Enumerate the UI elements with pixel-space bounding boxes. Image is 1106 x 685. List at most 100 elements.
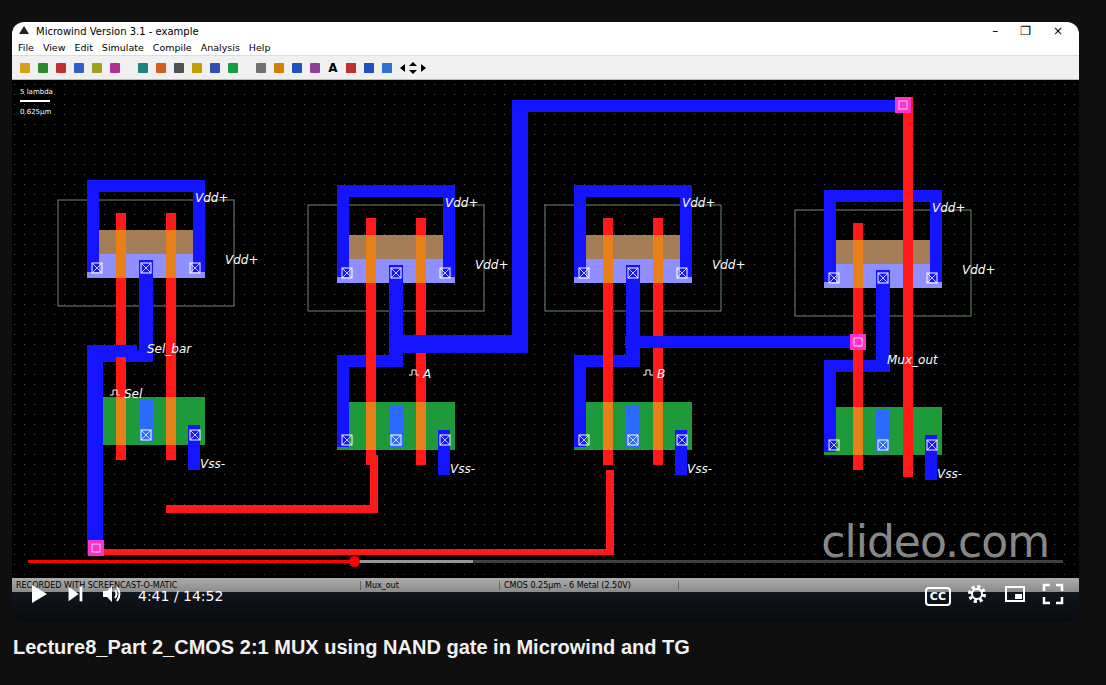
menu-item[interactable]: View [43,42,66,53]
vdd-label: Vdd+ [932,201,966,215]
miniplayer-icon[interactable] [1003,582,1027,610]
window-control-button[interactable]: ❐ [1020,24,1031,38]
tool-button-icon[interactable] [208,61,222,75]
contact [190,430,200,440]
tool-button-icon[interactable] [172,61,186,75]
text-tool-button[interactable]: A [326,61,340,75]
play-button-icon[interactable] [26,582,50,610]
tool-button-icon[interactable] [254,61,268,75]
menu-item[interactable]: Analysis [201,42,240,53]
via [895,97,911,113]
contact-cross [579,435,589,445]
signal-label: Sel [124,387,143,401]
signal-label: A [422,367,431,381]
fullscreen-icon[interactable] [1041,582,1065,610]
menu-item[interactable]: File [18,42,34,53]
contact [878,440,888,450]
tool-button-icon[interactable] [136,61,150,75]
contact-cross [878,440,888,450]
n-diffusion [824,407,942,455]
menu-item[interactable]: Help [249,42,271,53]
tool-button-icon[interactable] [290,61,304,75]
metal-node [626,405,640,447]
scrubber-handle[interactable] [349,556,360,567]
via-cut [854,338,862,346]
clock-icon [643,370,653,375]
toolbar: A [12,55,1079,80]
tool-button-icon[interactable] [36,61,50,75]
contact [579,435,589,445]
contact [141,430,151,440]
gate [853,407,863,455]
contact [677,435,687,445]
menu-item[interactable]: Compile [153,42,192,53]
contact-cross [829,273,839,283]
contact-cross [141,430,151,440]
tool-button-icon[interactable] [380,61,394,75]
window-controls: – ❐ × [992,24,1073,38]
contact-cross [927,273,937,283]
progress-fill [28,560,354,563]
video-player[interactable]: Microwind Version 3.1 - example–❐×FileVi… [12,22,1079,622]
vss-label: Vss- [687,462,712,476]
navigate-arrows-icon[interactable] [398,61,428,75]
contact [628,268,638,278]
poly [116,213,126,460]
metal-vdd [337,185,349,277]
vdd-label: Vdd+ [475,258,509,272]
progress-bar[interactable] [28,560,1063,563]
tool-button-icon[interactable] [154,61,168,75]
tool-button-icon[interactable] [72,61,86,75]
gate [416,402,426,450]
tool-button-icon[interactable] [54,61,68,75]
poly-wire [96,549,614,555]
contact [628,435,638,445]
metal-node [876,410,890,452]
contact [927,273,937,283]
contact [829,273,839,283]
gate [166,397,176,445]
metal-vdd [337,185,455,197]
metal-wire [87,345,103,555]
metal-vss [188,425,200,470]
captions-button[interactable]: CC [925,587,951,606]
metal-vdd [824,190,942,202]
menu-item[interactable]: Edit [74,42,92,53]
tool-button-icon[interactable] [190,61,204,75]
layout-canvas[interactable]: Vdd+Vdd+Vss-Vdd+Vdd+Vss-Vdd+Vdd+Vss-Vdd+… [12,80,1079,578]
clock-icon [409,370,419,375]
poly [366,218,376,465]
gate [653,235,663,283]
settings-gear-icon[interactable] [965,582,989,610]
tool-button-icon[interactable] [226,61,240,75]
via-cut [899,101,907,109]
contact [440,435,450,445]
tool-button-icon[interactable] [272,61,286,75]
volume-icon[interactable] [100,582,124,610]
menu-item[interactable]: Simulate [102,42,144,53]
metal-wire [512,100,905,112]
window-control-button[interactable]: – [992,24,998,38]
vdd-label: Vdd+ [195,191,229,205]
metal-wire [390,335,528,353]
window-control-button[interactable]: × [1053,24,1063,38]
contact [440,268,450,278]
metal-wire [625,336,860,348]
tool-button-icon[interactable] [344,61,358,75]
metal-vss [925,435,937,480]
metal-vdd [87,180,99,272]
tool-button-icon[interactable] [362,61,376,75]
n-diffusion [574,402,692,450]
contact-cross [190,263,200,273]
metal-out [139,260,153,352]
tool-button-icon[interactable] [308,61,322,75]
tool-button-icon[interactable] [18,61,32,75]
contact [141,263,151,273]
gate [653,402,663,450]
tool-button-icon[interactable] [108,61,122,75]
gate [603,235,613,283]
contact [579,268,589,278]
next-button-icon[interactable] [64,583,86,609]
tool-button-icon[interactable] [90,61,104,75]
metal-vss [675,430,687,475]
